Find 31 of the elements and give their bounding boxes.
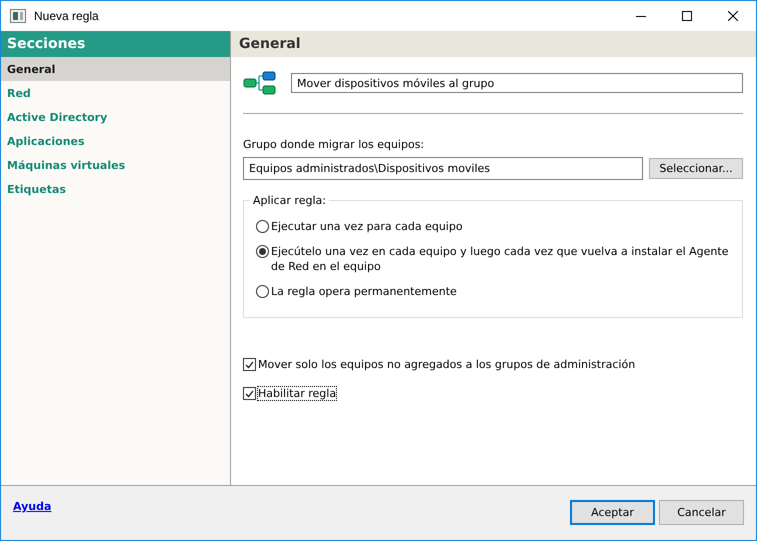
group-label: Grupo donde migrar los equipos: (243, 138, 426, 151)
checkbox-label: Mover solo los equipos no agregados a los grupos de administración (258, 358, 636, 371)
rule-name-field[interactable]: Mover dispositivos móviles al grupo (291, 73, 743, 93)
sidebar-item[interactable]: Red (1, 81, 230, 105)
help-link[interactable]: Ayuda (13, 500, 570, 513)
sidebar-item[interactable]: Etiquetas (1, 177, 230, 201)
close-icon (728, 11, 738, 21)
sidebar-header: Secciones (1, 31, 230, 57)
dialog-button[interactable]: Cancelar (659, 500, 744, 525)
radio-button[interactable] (256, 220, 269, 233)
radio-button[interactable] (256, 245, 269, 258)
panel-header: General (231, 31, 756, 57)
sidebar-item[interactable]: Máquinas virtuales (1, 153, 230, 177)
group-field[interactable]: Equipos administrados\Dispositivos moviles (243, 157, 643, 180)
tree-icon (243, 71, 277, 95)
checkbox[interactable] (243, 387, 256, 400)
checkbox[interactable] (243, 358, 256, 371)
sidebar-item[interactable]: Aplicaciones (1, 129, 230, 153)
group-legend: Aplicar regla: (250, 194, 329, 207)
select-button[interactable]: Seleccionar... (649, 158, 743, 179)
radio-button[interactable] (256, 285, 269, 298)
option-label: Ejecútelo una vez en cada equipo y luego cada vez que vuelva a instalar el Agente de Red en el equipo (271, 244, 730, 274)
option-label: Ejecutar una vez para cada equipo (271, 219, 463, 234)
window-title: Nueva regla (34, 9, 100, 23)
checkbox-label: Habilitar regla (258, 387, 336, 400)
sidebar-item[interactable]: Active Directory (1, 105, 230, 129)
option-label: La regla opera permanentemente (271, 284, 457, 299)
maximize-icon (682, 11, 692, 21)
sidebar-item[interactable]: General (1, 57, 230, 81)
app-icon (10, 9, 26, 23)
dialog-button[interactable]: Aceptar (570, 500, 655, 525)
